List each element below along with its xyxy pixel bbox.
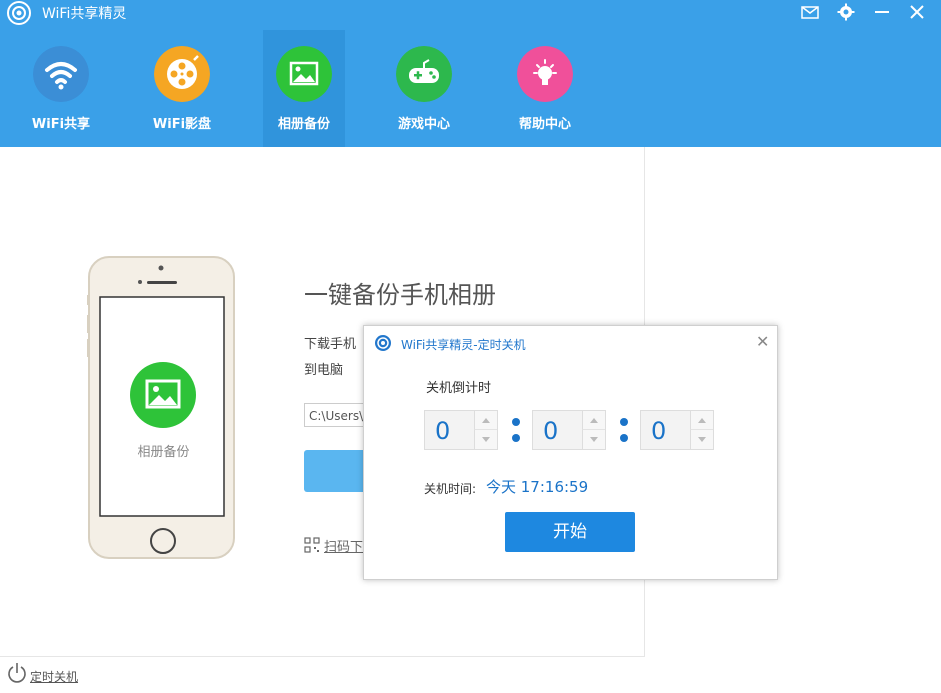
phone-screen-label: 相册备份 bbox=[137, 445, 190, 460]
chevron-down-icon bbox=[482, 437, 490, 442]
nav-label: WiFi影盘 bbox=[152, 117, 212, 132]
description-line: 下载手机 bbox=[304, 337, 357, 352]
hours-value[interactable]: 0 bbox=[435, 417, 450, 445]
time-separator bbox=[619, 416, 629, 444]
lightbulb-icon bbox=[517, 46, 573, 102]
dialog-title: WiFi共享精灵-定时关机 bbox=[401, 338, 526, 352]
qr-code-icon bbox=[304, 537, 320, 553]
nav-photo-backup[interactable]: 相册备份 bbox=[263, 30, 345, 147]
chevron-down-icon bbox=[590, 437, 598, 442]
seconds-stepper[interactable]: 0 bbox=[640, 410, 714, 450]
nav-label: 相册备份 bbox=[277, 117, 330, 132]
chevron-up-icon bbox=[698, 418, 706, 423]
chevron-up-icon bbox=[482, 418, 490, 423]
gamepad-icon bbox=[396, 46, 452, 102]
app-logo-icon bbox=[375, 335, 391, 351]
hours-up-arrow[interactable] bbox=[474, 411, 497, 430]
close-icon[interactable] bbox=[907, 3, 927, 21]
countdown-label: 关机倒计时 bbox=[426, 381, 492, 396]
minutes-up-arrow[interactable] bbox=[582, 411, 605, 430]
photo-icon bbox=[276, 46, 332, 102]
hours-stepper[interactable]: 0 bbox=[424, 410, 498, 450]
minutes-stepper[interactable]: 0 bbox=[532, 410, 606, 450]
time-separator bbox=[511, 416, 521, 444]
photo-icon bbox=[130, 362, 196, 428]
minutes-value[interactable]: 0 bbox=[543, 417, 558, 445]
seconds-down-arrow[interactable] bbox=[690, 429, 713, 449]
gear-icon[interactable] bbox=[836, 3, 856, 21]
nav-label: WiFi共享 bbox=[31, 117, 91, 132]
shutdown-time-value: 今天 17:16:59 bbox=[486, 478, 589, 496]
chevron-up-icon bbox=[590, 418, 598, 423]
nav-wifi-share[interactable]: WiFi共享 bbox=[20, 30, 102, 147]
app-title: WiFi共享精灵 bbox=[42, 6, 127, 22]
wifi-icon bbox=[33, 46, 89, 102]
power-icon bbox=[8, 663, 26, 683]
dialog-close-icon[interactable]: ✕ bbox=[756, 332, 769, 351]
seconds-up-arrow[interactable] bbox=[690, 411, 713, 430]
shutdown-link-text[interactable]: 定时关机 bbox=[30, 668, 78, 685]
nav-game-center[interactable]: 游戏中心 bbox=[383, 30, 465, 147]
shutdown-timer-dialog: WiFi共享精灵-定时关机 ✕ 关机倒计时 0 0 0 关机时间: 今天 17:… bbox=[363, 325, 778, 580]
nav-label: 帮助中心 bbox=[518, 117, 571, 132]
nav-help-center[interactable]: 帮助中心 bbox=[504, 30, 586, 147]
seconds-value[interactable]: 0 bbox=[651, 417, 666, 445]
nav-label: 游戏中心 bbox=[397, 117, 450, 132]
nav-wifi-disk[interactable]: WiFi影盘 bbox=[141, 30, 223, 147]
app-logo-icon bbox=[7, 1, 31, 25]
hours-down-arrow[interactable] bbox=[474, 429, 497, 449]
shutdown-time-label: 关机时间: bbox=[424, 482, 477, 496]
minimize-icon[interactable] bbox=[872, 3, 892, 21]
description-line: 到电脑 bbox=[304, 363, 344, 378]
film-reel-icon bbox=[154, 46, 210, 102]
footer-divider bbox=[0, 656, 645, 657]
top-header: WiFi共享精灵 WiFi共享 WiFi影盘 相册备份 游戏中心 帮助中心 bbox=[0, 0, 941, 147]
mail-icon[interactable] bbox=[800, 3, 820, 21]
start-button[interactable]: 开始 bbox=[505, 512, 635, 552]
page-heading: 一键备份手机相册 bbox=[304, 281, 496, 309]
minutes-down-arrow[interactable] bbox=[582, 429, 605, 449]
chevron-down-icon bbox=[698, 437, 706, 442]
